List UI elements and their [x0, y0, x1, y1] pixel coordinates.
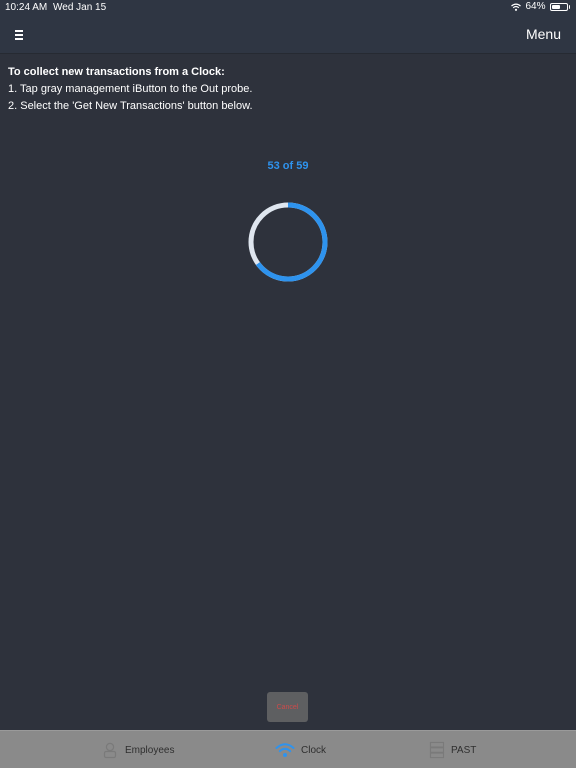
server-icon: [429, 741, 445, 759]
tab-employees[interactable]: Employees: [101, 731, 174, 768]
battery-percent: 64%: [525, 1, 546, 12]
employees-icon: [103, 742, 117, 759]
tab-clock[interactable]: Clock: [275, 731, 326, 768]
battery-level: [551, 4, 561, 9]
status-date: Wed Jan 15: [53, 2, 107, 13]
battery-tip: [568, 4, 570, 9]
navigation-bar: Menu: [0, 16, 576, 54]
status-time: 10:24 AM: [5, 2, 48, 13]
instructions-title: To collect new transactions from a Clock…: [8, 66, 225, 78]
tab-label: PAST: [451, 744, 477, 756]
hamburger-icon[interactable]: [15, 27, 27, 41]
menu-button[interactable]: Menu: [526, 26, 561, 42]
instructions: To collect new transactions from a Clock…: [8, 64, 568, 115]
wifi-icon: [275, 743, 295, 757]
instruction-step: 2. Select the 'Get New Transactions' but…: [8, 100, 253, 112]
wifi-signal-icon: [511, 3, 522, 11]
progress-count: 53 of 59: [267, 160, 309, 172]
cancel-button[interactable]: Cancel: [267, 692, 308, 722]
tab-bar: Employees Clock PAST: [0, 730, 576, 768]
status-indicators: 64%: [511, 1, 570, 12]
tab-label: Clock: [301, 744, 327, 756]
progress-ring: [248, 202, 328, 282]
instruction-step: 1. Tap gray management iButton to the Ou…: [8, 83, 253, 95]
tab-label: Employees: [125, 744, 175, 756]
tab-past[interactable]: PAST: [429, 731, 476, 768]
battery-icon: [549, 2, 568, 11]
status-bar: 10:24 AM Wed Jan 15 64%: [0, 0, 576, 16]
